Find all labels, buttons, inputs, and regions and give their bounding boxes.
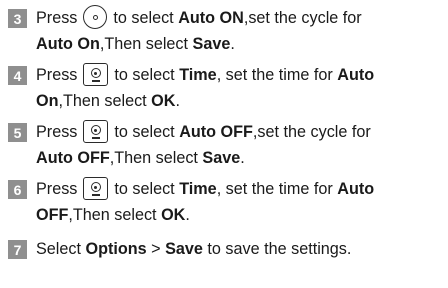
step-7: 7 Select Options > Save to save the sett…	[8, 236, 444, 262]
instruction-page: 3 Press to select Auto ON,set the cycle f…	[0, 0, 448, 288]
step-number-badge: 5	[8, 123, 27, 142]
ok-key-icon	[83, 119, 109, 143]
ok-key-icon	[83, 62, 109, 86]
step-text: Press to select Time, set the time for Au…	[36, 176, 374, 228]
ok-key-icon	[83, 176, 109, 200]
step-3: 3 Press to select Auto ON,set the cycle f…	[8, 5, 444, 57]
step-number-badge: 6	[8, 180, 27, 199]
step-number-badge: 4	[8, 66, 27, 85]
step-text: Press to select Auto ON,set the cycle for…	[36, 5, 362, 57]
step-text: Select Options > Save to save the settin…	[36, 240, 352, 258]
step-4: 4 Press to select Time, set the time for …	[8, 62, 444, 114]
step-text: Press to select Time, set the time for Au…	[36, 62, 374, 114]
ok-center-icon	[83, 5, 108, 30]
step-number-badge: 7	[8, 240, 27, 259]
step-number-badge: 3	[8, 9, 27, 28]
step-text: Press to select Auto OFF,set the cycle fo…	[36, 119, 371, 171]
step-5: 5 Press to select Auto OFF,set the cycle …	[8, 119, 444, 171]
step-6: 6 Press to select Time, set the time for …	[8, 176, 444, 228]
